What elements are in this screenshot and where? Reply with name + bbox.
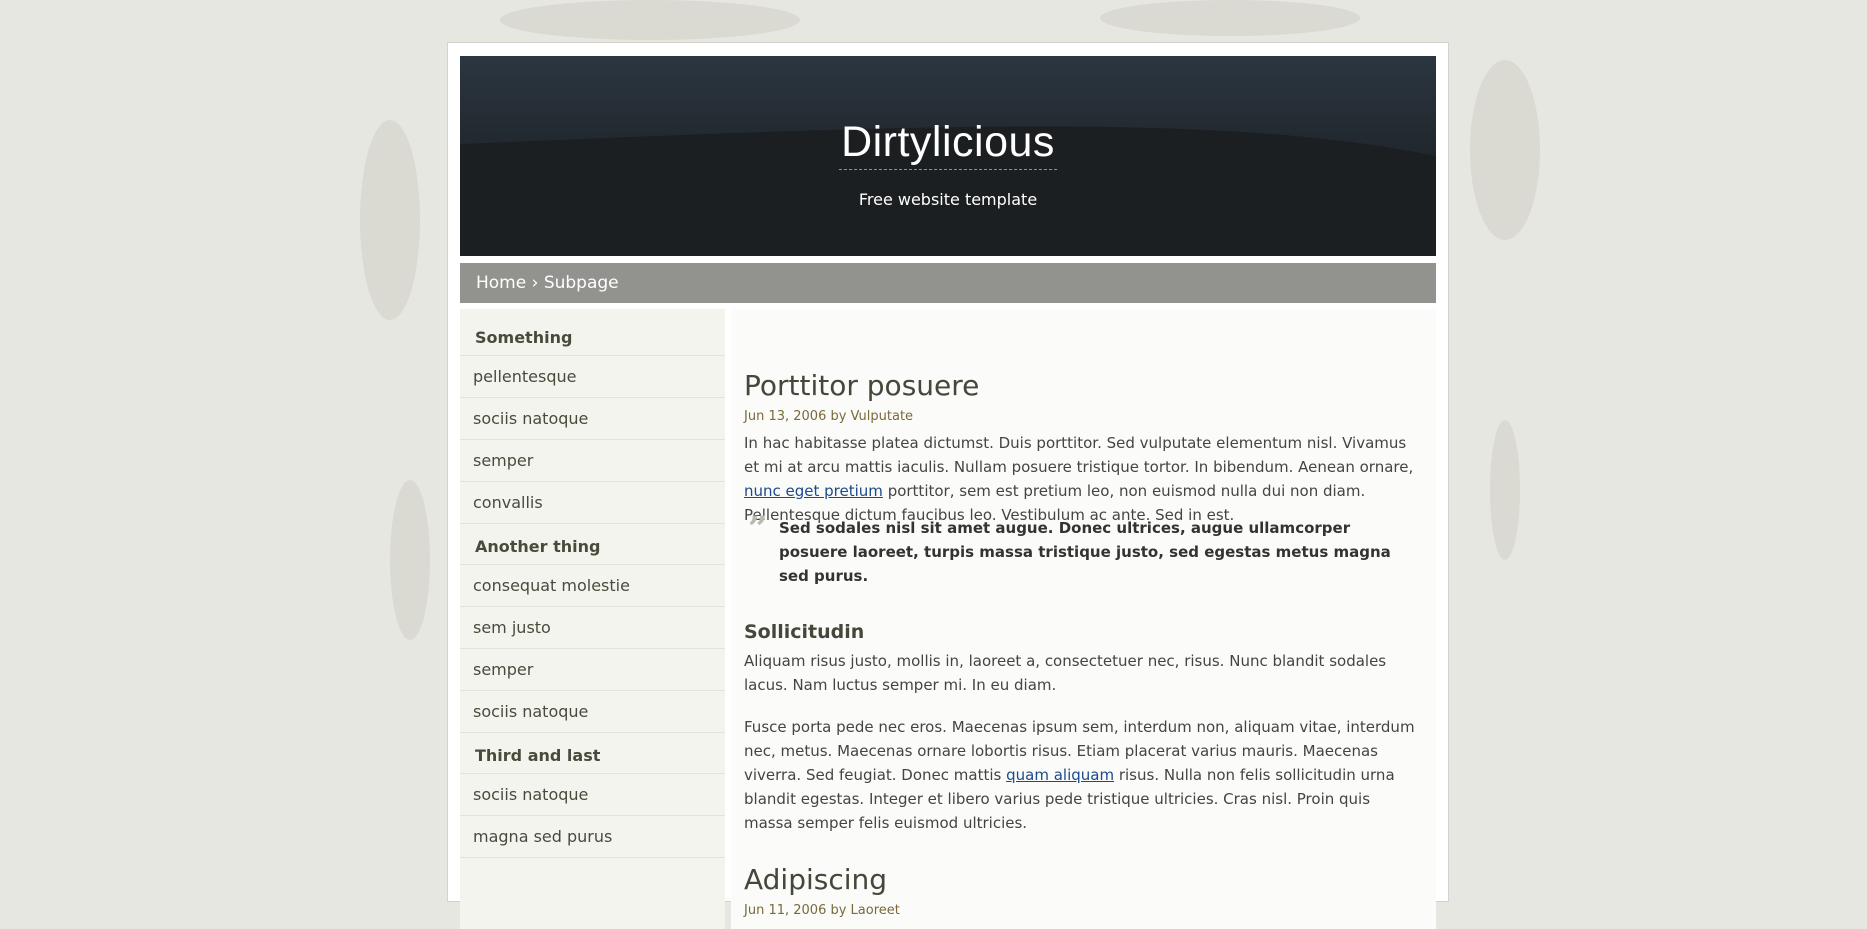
breadcrumb-current: Subpage (543, 273, 619, 293)
post-meta: Jun 13, 2006 by Vulputate (744, 409, 914, 424)
sidebar-item-semper[interactable]: semper (460, 649, 725, 691)
sidebar-item-semper[interactable]: semper (460, 440, 725, 482)
sidebar-group-title: Another thing (460, 524, 725, 565)
sidebar-item-consequat-molestie[interactable]: consequat molestie (460, 565, 725, 607)
breadcrumb-home-link[interactable]: Home (476, 273, 526, 293)
post-paragraph: Aliquam risus justo, mollis in, laoreet … (744, 652, 1387, 694)
site-header: Dirtylicious Free website template (460, 56, 1436, 256)
sidebar-item-sociis-natoque[interactable]: sociis natoque (460, 691, 725, 733)
sidebar-item-magna-sed-purus[interactable]: magna sed purus (460, 816, 725, 858)
breadcrumb-separator: › (531, 273, 539, 293)
sidebar-group-title: Third and last (460, 733, 725, 774)
main-content: Porttitor posuere Jun 13, 2006 by Vulput… (731, 309, 1436, 929)
post-title[interactable]: Porttitor posuere (744, 369, 979, 402)
sidebar-item-pellentesque[interactable]: pellentesque (460, 356, 725, 398)
sidebar-group-title: Something (460, 309, 725, 356)
sidebar-item-sociis-natoque[interactable]: sociis natoque (460, 398, 725, 440)
blockquote: ” Sed sodales nisl sit amet augue. Donec… (744, 512, 1420, 588)
inline-link[interactable]: nunc eget pretium (744, 482, 883, 500)
quote-mark-icon: ” (748, 509, 768, 549)
post-paragraph: Fusce porta pede nec eros. Maecenas ipsu… (744, 718, 1415, 832)
sidebar-nav: Something pellentesque sociis natoque se… (460, 309, 725, 929)
sidebar-item-convallis[interactable]: convallis (460, 482, 725, 524)
sidebar-item-sem-justo[interactable]: sem justo (460, 607, 725, 649)
page-container: Dirtylicious Free website template Home … (447, 42, 1449, 929)
site-title[interactable]: Dirtylicious (460, 118, 1436, 170)
inline-link[interactable]: quam aliquam (1006, 766, 1114, 784)
breadcrumb: Home › Subpage (460, 263, 1436, 303)
post-paragraph: In hac habitasse platea dictumst. Duis p… (744, 434, 1414, 524)
site-tagline: Free website template (858, 190, 1038, 209)
post-title[interactable]: Adipiscing (744, 863, 887, 896)
blockquote-text: Sed sodales nisl sit amet augue. Donec u… (779, 519, 1391, 585)
sidebar-item-sociis-natoque[interactable]: sociis natoque (460, 774, 725, 816)
post-subheading: Sollicitudin (744, 621, 865, 643)
post-meta: Jun 11, 2006 by Laoreet (744, 903, 900, 918)
